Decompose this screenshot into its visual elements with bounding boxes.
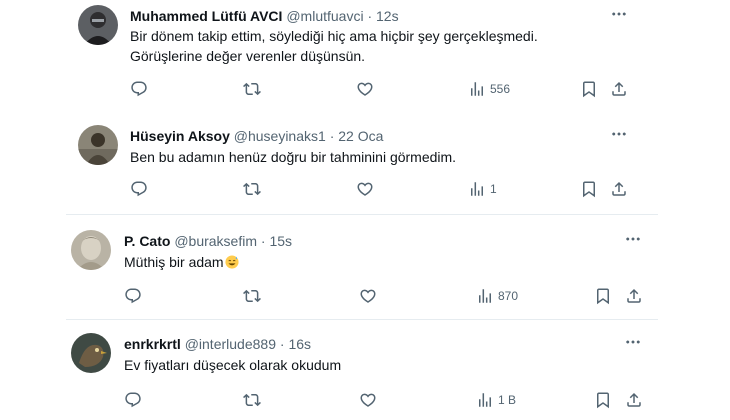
user-handle[interactable]: @buraksefim	[174, 233, 257, 249]
share-icon[interactable]	[610, 79, 628, 99]
views-button[interactable]: 556	[468, 79, 510, 99]
retweet-icon[interactable]	[243, 286, 261, 306]
avatar[interactable]	[78, 5, 118, 45]
views-icon	[476, 287, 494, 305]
share-icon[interactable]	[610, 179, 628, 199]
tweet-text: Bir dönem takip ettim, söylediği hiç ama…	[130, 26, 538, 66]
like-icon[interactable]	[359, 286, 377, 306]
retweet-icon[interactable]	[243, 179, 261, 199]
user-handle[interactable]: @interlude889	[185, 336, 276, 352]
separator-dot: ·	[367, 8, 373, 24]
more-options-icon[interactable]	[624, 230, 646, 248]
tweet-header: enrkrkrtl @interlude889 · 16s	[124, 335, 311, 353]
avatar[interactable]	[71, 333, 111, 373]
like-icon[interactable]	[359, 390, 377, 410]
avatar[interactable]	[71, 230, 111, 270]
like-icon[interactable]	[356, 179, 374, 199]
reply-icon[interactable]	[130, 79, 148, 99]
user-handle[interactable]: @huseyinaks1	[234, 128, 326, 144]
timestamp[interactable]: 16s	[288, 336, 311, 352]
share-icon[interactable]	[625, 286, 643, 306]
like-icon[interactable]	[356, 79, 374, 99]
reply-icon[interactable]	[130, 179, 148, 199]
share-icon[interactable]	[625, 390, 643, 410]
views-icon	[468, 80, 486, 98]
bookmark-icon[interactable]	[594, 390, 612, 410]
more-options-icon[interactable]	[610, 5, 632, 23]
timestamp[interactable]: 12s	[376, 8, 399, 24]
retweet-icon[interactable]	[243, 390, 261, 410]
timestamp[interactable]: 15s	[269, 233, 292, 249]
views-button[interactable]: 870	[476, 286, 518, 306]
reply-icon[interactable]	[124, 286, 142, 306]
tweet[interactable]: Muhammed Lütfü AVCI @mlutfuavci · 12s Bi…	[0, 0, 660, 112]
views-button[interactable]: 1	[468, 179, 497, 199]
tweet[interactable]: Hüseyin Aksoy @huseyinaks1 · 22 Oca Ben …	[0, 112, 660, 212]
more-options-icon[interactable]	[624, 333, 646, 351]
tweet-text-line: Ben bu adamın henüz doğru bir tahminini …	[130, 149, 457, 165]
separator-dot: ·	[279, 336, 285, 352]
bookmark-icon[interactable]	[580, 79, 598, 99]
display-name[interactable]: Hüseyin Aksoy	[130, 128, 230, 144]
tweet[interactable]: P. Cato @buraksefim · 15s Müthiş bir ada…	[0, 215, 730, 315]
user-handle[interactable]: @mlutfuavci	[286, 8, 363, 24]
tweet-text-content: Müthiş bir adam	[124, 254, 224, 270]
bookmark-icon[interactable]	[594, 286, 612, 306]
avatar[interactable]	[78, 125, 118, 165]
separator-dot: ·	[260, 233, 266, 249]
views-icon	[468, 180, 486, 198]
separator-dot: ·	[329, 128, 335, 144]
tweet-text: Ben bu adamın henüz doğru bir tahminini …	[130, 147, 456, 167]
display-name[interactable]: Muhammed Lütfü AVCI	[130, 8, 282, 24]
views-icon	[476, 391, 494, 409]
timestamp[interactable]: 22 Oca	[338, 128, 383, 144]
tweet-text: Müthiş bir adam	[124, 252, 239, 272]
tweet-header: Muhammed Lütfü AVCI @mlutfuavci · 12s	[130, 7, 399, 25]
tweet-text: Ev fiyatları düşecek olarak okudum	[124, 355, 341, 375]
reply-icon[interactable]	[124, 390, 142, 410]
tweet-text-line: Müthiş bir adam	[124, 252, 239, 272]
views-button[interactable]: 1 B	[476, 390, 516, 410]
retweet-icon[interactable]	[243, 79, 261, 99]
bookmark-icon[interactable]	[580, 179, 598, 199]
tweet-text-line: Bir dönem takip ettim, söylediği hiç ama…	[130, 28, 538, 44]
tweet[interactable]: enrkrkrtl @interlude889 · 16s Ev fiyatla…	[0, 320, 730, 420]
views-count: 1 B	[498, 393, 517, 407]
views-count: 870	[498, 289, 519, 303]
tweet-text-line: Ev fiyatları düşecek olarak okudum	[124, 357, 342, 373]
views-count: 1	[490, 182, 497, 196]
display-name[interactable]: P. Cato	[124, 233, 170, 249]
display-name[interactable]: enrkrkrtl	[124, 336, 181, 352]
views-count: 556	[490, 82, 511, 96]
sweat-smile-emoji	[225, 255, 239, 269]
more-options-icon[interactable]	[610, 125, 632, 143]
tweet-header: Hüseyin Aksoy @huseyinaks1 · 22 Oca	[130, 127, 383, 145]
tweet-text-line: Görüşlerine değer verenler düşünsün.	[130, 48, 366, 64]
tweet-header: P. Cato @buraksefim · 15s	[124, 232, 292, 250]
